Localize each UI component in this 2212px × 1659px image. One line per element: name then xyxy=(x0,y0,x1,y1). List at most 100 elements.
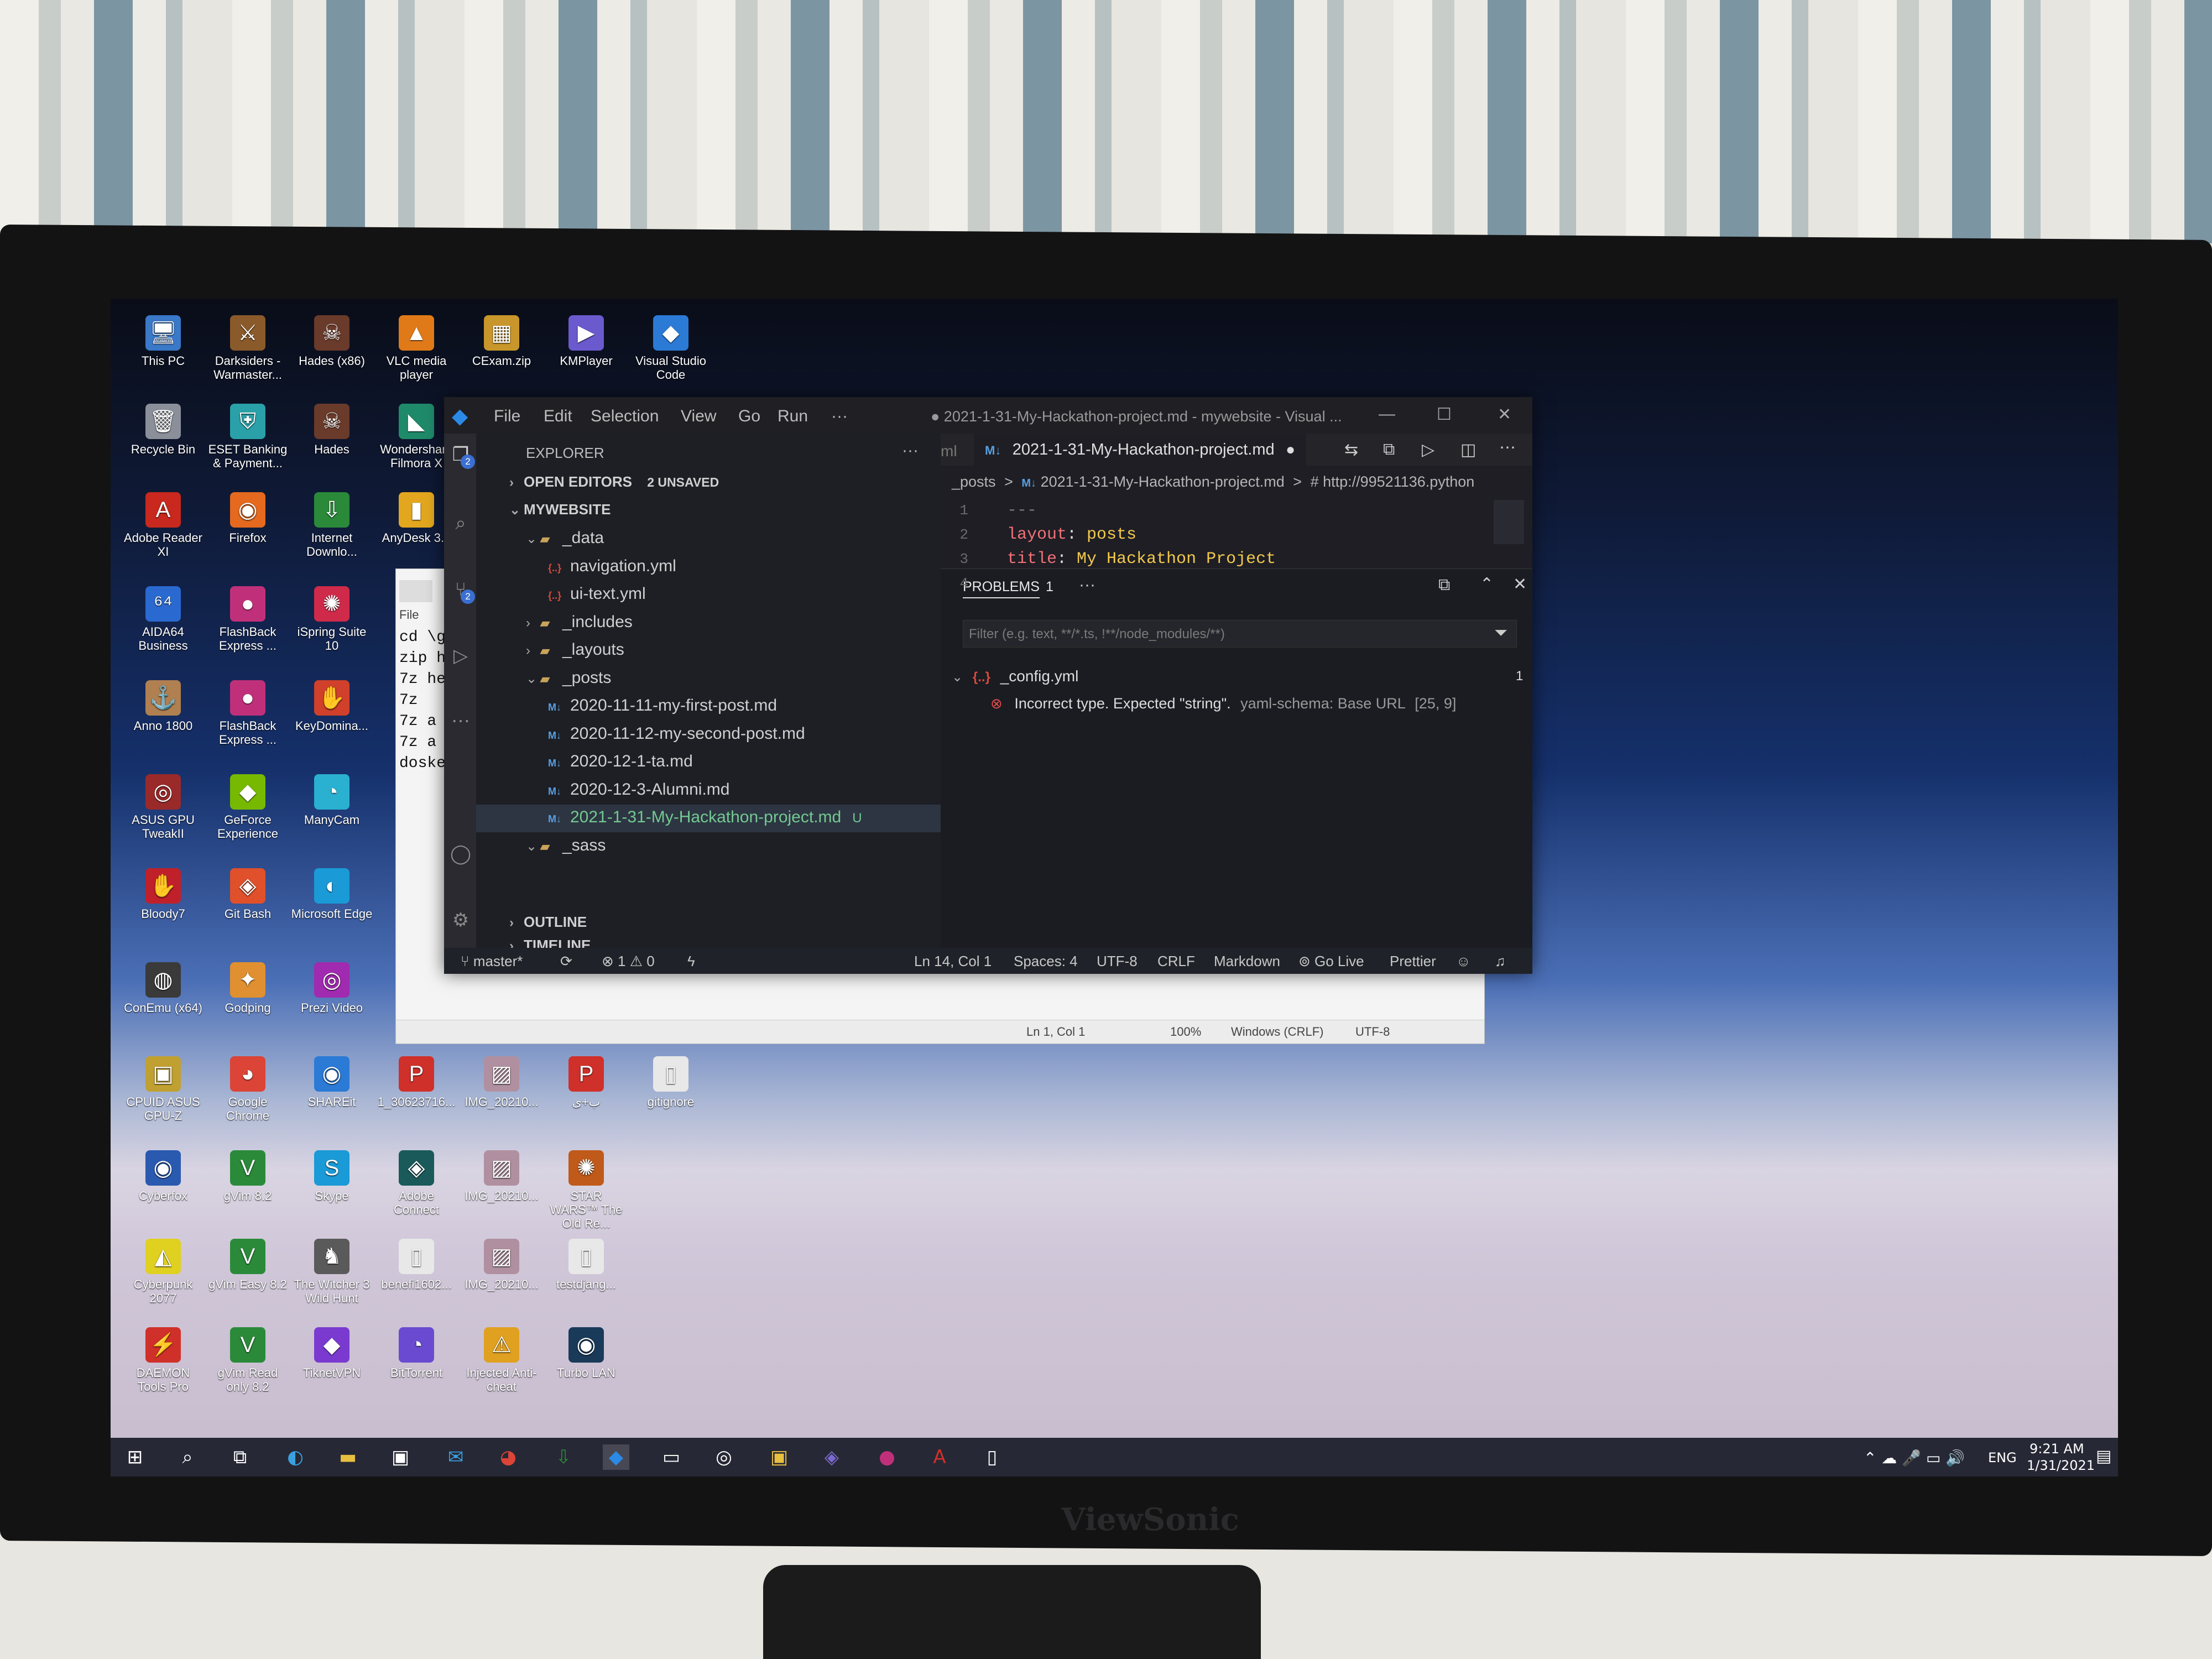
language-mode[interactable]: Markdown xyxy=(1214,953,1280,970)
desktop-icon[interactable]: P ب+ی xyxy=(545,1056,628,1109)
breadcrumb-file[interactable]: 2021-1-31-My-Hackathon-project.md xyxy=(1041,473,1285,490)
breadcrumb-heading[interactable]: # http://99521136.python xyxy=(1311,473,1475,490)
explorer-icon[interactable]: ❐ 2 xyxy=(450,444,475,469)
collapse-all-icon[interactable]: ⧉ xyxy=(1438,576,1450,594)
notepad-menu-file[interactable]: File xyxy=(399,608,419,622)
desktop-icon[interactable]: ▨ IMG_20210... xyxy=(460,1150,543,1203)
explorer-more-button[interactable]: ··· xyxy=(902,441,919,460)
problem-item[interactable]: ⊗ Incorrect type. Expected "string". yam… xyxy=(990,695,1456,712)
desktop-icon[interactable]: ◈ Git Bash xyxy=(206,868,289,921)
line-ending[interactable]: CRLF xyxy=(1157,953,1195,970)
menu-view[interactable]: View xyxy=(681,407,716,426)
desktop-icon[interactable]: ◆ Visual Studio Code xyxy=(629,315,712,382)
desktop-icon[interactable]: ▨ IMG_20210... xyxy=(460,1056,543,1109)
lightning-icon[interactable]: ϟ xyxy=(687,953,695,970)
menu-more[interactable]: ··· xyxy=(831,407,848,426)
breadcrumb-folder[interactable]: _posts xyxy=(952,473,996,490)
tree-folder[interactable]: › ▰ _layouts xyxy=(526,640,624,659)
menu-file[interactable]: File xyxy=(494,407,520,426)
prettier-button[interactable]: Prettier xyxy=(1390,953,1436,970)
editor-more-icon[interactable]: ⋯ xyxy=(1499,438,1516,457)
chrome-icon[interactable]: ◕ xyxy=(495,1444,521,1470)
desktop-icon[interactable]: ▦ CExam.zip xyxy=(460,315,543,368)
menu-go[interactable]: Go xyxy=(738,407,760,426)
run-icon[interactable]: ▷ xyxy=(1422,440,1434,460)
extensions-more-icon[interactable]: ⋯ xyxy=(450,710,472,732)
desktop-icon[interactable]: P 1_30623716... xyxy=(375,1056,458,1109)
open-editors-section[interactable]: › OPEN EDITORS 2 UNSAVED xyxy=(509,473,719,491)
tree-file[interactable]: M↓ 2020-12-1-ta.md xyxy=(548,752,693,771)
tree-folder[interactable]: › ▰ _includes xyxy=(526,613,633,632)
notepad-text[interactable]: cd \g zip h 7z he 7z 7z a 7z a doske xyxy=(399,627,446,774)
desktop-icon[interactable]: ◐ Microsoft Edge xyxy=(290,868,373,921)
desktop-icon[interactable]: ⁶⁴ AIDA64 Business xyxy=(122,586,205,653)
outline-section[interactable]: › OUTLINE xyxy=(509,914,587,931)
menu-selection[interactable]: Selection xyxy=(591,407,659,426)
notepad-taskbar-icon[interactable]: ▯ xyxy=(979,1444,1005,1470)
tree-folder[interactable]: ⌄ ▰ _sass xyxy=(526,836,606,855)
indentation[interactable]: Spaces: 4 xyxy=(1014,953,1078,970)
desktop-icon[interactable]: ◍ ConEmu (x64) xyxy=(122,962,205,1015)
tree-file[interactable]: {..} ui-text.yml xyxy=(548,585,646,603)
action-center-icon[interactable]: ▤ xyxy=(2096,1447,2111,1466)
sync-icon[interactable]: ⟳ xyxy=(560,953,572,970)
problems-status[interactable]: ⊗ 1 ⚠ 0 xyxy=(602,953,655,970)
desktop-icon[interactable]: ◔ BitTorrent xyxy=(375,1327,458,1380)
desktop-icon[interactable]: ♞ The Witcher 3 Wild Hunt xyxy=(290,1239,373,1305)
desktop-icon[interactable]: ◕ Google Chrome xyxy=(206,1056,289,1123)
preview-icon[interactable]: ⧉ xyxy=(1383,440,1395,459)
desktop-icon[interactable]: VgVim Read only 8.2 xyxy=(206,1327,289,1394)
menu-edit[interactable]: Edit xyxy=(544,407,572,426)
desktop-icon[interactable]: VgVim Easy 8.2 xyxy=(206,1239,289,1291)
desktop-icon[interactable]: ◈ Adobe Connect xyxy=(375,1150,458,1217)
desktop-icon[interactable]: ▯ testdjang... xyxy=(545,1239,628,1291)
desktop-icon[interactable]: 🖥 This PC xyxy=(122,315,205,368)
webcam-app-icon[interactable]: ◎ xyxy=(711,1444,737,1470)
acrobat-icon[interactable]: A xyxy=(926,1444,953,1470)
flashback-icon[interactable]: ● xyxy=(874,1444,900,1470)
panel-more-button[interactable]: ··· xyxy=(1079,576,1095,594)
desktop-icon[interactable]: ● FlashBack Express ... xyxy=(206,586,289,653)
desktop-icon[interactable]: 🗑 Recycle Bin xyxy=(122,404,205,456)
project-root[interactable]: ⌄ MYWEBSITE xyxy=(509,501,611,518)
desktop-icon[interactable]: ◉ Turbo LAN xyxy=(545,1327,628,1380)
vscode-titlebar[interactable]: ◆ File Edit Selection View Go Run ··· ● … xyxy=(444,397,1532,434)
minimize-button[interactable]: — xyxy=(1379,405,1395,424)
desktop-icon[interactable]: ◔ ManyCam xyxy=(290,774,373,827)
tree-file[interactable]: {..} navigation.yml xyxy=(548,557,676,576)
clock-date[interactable]: 1/31/2021 xyxy=(2027,1458,2095,1473)
notifications-bell-icon[interactable]: ♫ xyxy=(1495,953,1506,970)
desktop-icon[interactable]: ✦ Godping xyxy=(206,962,289,1015)
tree-file[interactable]: M↓ 2020-11-12-my-second-post.md xyxy=(548,724,805,743)
tree-file[interactable]: M↓ 2020-11-11-my-first-post.md xyxy=(548,696,777,715)
minimap[interactable] xyxy=(1494,500,1524,544)
split-editor-icon[interactable]: ◫ xyxy=(1460,440,1476,460)
desktop-icon[interactable]: ◉ Firefox xyxy=(206,492,289,545)
menu-run[interactable]: Run xyxy=(778,407,808,426)
settings-gear-icon[interactable]: ⚙ xyxy=(450,909,472,931)
desktop-icon[interactable]: VgVim 8.2 xyxy=(206,1150,289,1203)
desktop-icon[interactable]: ◉ Cyberfox xyxy=(122,1150,205,1203)
store-icon[interactable]: ▣ xyxy=(387,1444,414,1470)
desktop-icon[interactable]: ◭ Cyberpunk 2077 xyxy=(122,1239,205,1305)
run-debug-icon[interactable]: ▷ xyxy=(450,645,472,667)
desktop-icon[interactable]: ▯ benefi1602... xyxy=(375,1239,458,1291)
desktop-icon[interactable]: ⚡ DAEMON Tools Pro xyxy=(122,1327,205,1394)
idm-icon[interactable]: ⇩ xyxy=(550,1444,577,1470)
account-icon[interactable]: ◯ xyxy=(450,843,472,865)
desktop-icon[interactable]: ✺ STAR WARS™ The Old Re... xyxy=(545,1150,628,1230)
tab-problems[interactable]: PROBLEMS xyxy=(963,579,1040,598)
feedback-icon[interactable]: ☺ xyxy=(1456,953,1471,970)
input-language[interactable]: ENG xyxy=(1988,1450,2017,1465)
desktop-icon[interactable]: ✺ iSpring Suite 10 xyxy=(290,586,373,653)
desktop-icon[interactable]: ⇩ Internet Downlo... xyxy=(290,492,373,559)
maximize-button[interactable]: ☐ xyxy=(1437,405,1452,424)
cursor-position[interactable]: Ln 14, Col 1 xyxy=(914,953,992,970)
desktop-icon[interactable]: S Skype xyxy=(290,1150,373,1203)
problem-file-row[interactable]: ⌄ {..} _config.yml 1 xyxy=(952,667,1527,685)
file-encoding[interactable]: UTF-8 xyxy=(1097,953,1138,970)
desktop-icon[interactable]: ▶ KMPlayer xyxy=(545,315,628,368)
vscode-window[interactable]: ◆ File Edit Selection View Go Run ··· ● … xyxy=(444,397,1532,974)
tab-previous[interactable]: ml xyxy=(941,442,957,460)
desktop-icon[interactable]: ▨ IMG_20210... xyxy=(460,1239,543,1291)
